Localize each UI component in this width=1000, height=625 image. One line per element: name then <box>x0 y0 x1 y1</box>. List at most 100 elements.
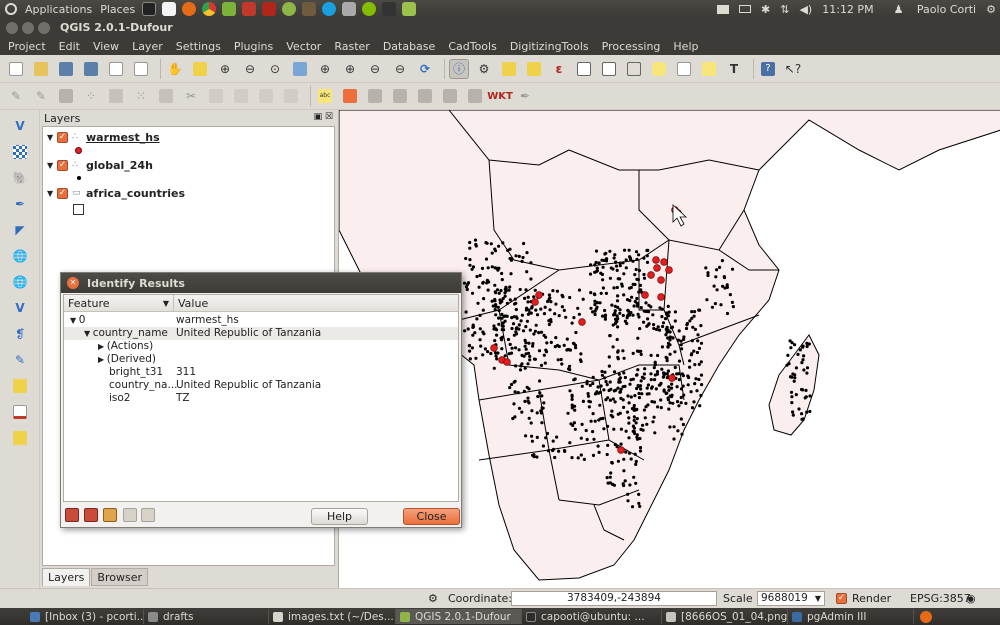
wkt-options-button[interactable]: ✒ <box>515 86 535 106</box>
add-spatialite-layer-button[interactable]: ✒ <box>10 194 30 214</box>
pin-labels-button[interactable] <box>340 86 360 106</box>
add-delimited-text-button[interactable]: ❡ <box>10 324 30 344</box>
add-wms-layer-button[interactable]: 🌐 <box>10 246 30 266</box>
current-edits-button[interactable]: ✎ <box>6 86 26 106</box>
task-drafts[interactable]: drafts <box>144 609 269 624</box>
menu-raster[interactable]: Raster <box>334 40 369 53</box>
text-annotation-button[interactable]: T <box>724 59 744 79</box>
menu-database[interactable]: Database <box>383 40 436 53</box>
mail-launcher-icon[interactable] <box>242 2 257 16</box>
new-bookmark-button[interactable] <box>674 59 694 79</box>
move-label-button[interactable] <box>390 86 410 106</box>
expand-arrow-icon[interactable]: ▶ <box>98 355 107 364</box>
menu-project[interactable]: Project <box>8 40 46 53</box>
show-hide-labels-button[interactable] <box>465 86 485 106</box>
new-shapefile-button[interactable]: ✎ <box>10 350 30 370</box>
add-vector-layer-button[interactable]: V <box>10 116 30 136</box>
window-minimize-button[interactable] <box>22 21 34 34</box>
crs-status-button[interactable]: EPSG:3857 <box>910 592 971 605</box>
layer-global-24h[interactable]: ▼ ✓ ∴ global_24h <box>47 157 153 173</box>
remove-layer-button[interactable] <box>10 402 30 422</box>
clock[interactable]: 11:12 PM <box>822 3 873 16</box>
wkt-button[interactable]: WKT <box>487 86 513 106</box>
label-toolbar-button[interactable]: abc <box>315 86 335 106</box>
chrome-launcher-icon[interactable] <box>202 2 217 16</box>
tree-row-derived[interactable]: ▶ (Derived) <box>64 353 458 366</box>
zoom-out-button[interactable]: ⊖ <box>240 59 260 79</box>
cut-features-button[interactable]: ✂ <box>181 86 201 106</box>
help-button[interactable]: ? <box>758 59 778 79</box>
expand-all-button[interactable] <box>65 508 79 522</box>
menu-layer[interactable]: Layer <box>132 40 163 53</box>
new-project-button[interactable] <box>6 59 26 79</box>
node-tool-button[interactable]: ⁙ <box>131 86 151 106</box>
composer-manager-button[interactable] <box>131 59 151 79</box>
task-image-viewer[interactable]: [8666OS_01_04.png] <box>662 609 788 624</box>
new-spatialite-button[interactable] <box>10 376 30 396</box>
overview-button[interactable] <box>10 428 30 448</box>
camera-launcher-icon[interactable] <box>342 2 357 16</box>
tree-row-country-name[interactable]: ▼ country_name United Republic of Tanzan… <box>64 327 458 340</box>
filezilla-launcher-icon[interactable] <box>262 2 277 16</box>
collapse-arrow-icon[interactable]: ▼ <box>84 329 93 338</box>
menu-view[interactable]: View <box>93 40 119 53</box>
user-menu[interactable]: ♟ Paolo Corti <box>884 3 977 16</box>
layer-visibility-checkbox[interactable]: ✓ <box>57 187 68 199</box>
add-mssql-layer-button[interactable]: ◤ <box>10 220 30 240</box>
add-raster-layer-button[interactable] <box>10 142 30 162</box>
redo-button[interactable] <box>281 86 301 106</box>
undo-button[interactable] <box>256 86 276 106</box>
toggle-editing-button[interactable]: ✎ <box>31 86 51 106</box>
menu-settings[interactable]: Settings <box>176 40 221 53</box>
terminal2-launcher-icon[interactable] <box>382 2 397 16</box>
expand-new-results-button[interactable] <box>103 508 117 522</box>
text-editor-launcher-icon[interactable] <box>162 2 177 16</box>
zoom-next-button[interactable]: ⊖ <box>390 59 410 79</box>
menu-digitizingtools[interactable]: DigitizingTools <box>510 40 589 53</box>
zoom-to-selection-button[interactable]: ⊕ <box>315 59 335 79</box>
task-images-txt[interactable]: images.txt (~/Des... <box>269 609 396 624</box>
add-wfs-layer-button[interactable]: V <box>10 298 30 318</box>
identify-features-button[interactable]: ⓘ <box>449 58 469 79</box>
zoom-native-button[interactable]: ⊙ <box>265 59 285 79</box>
tab-browser[interactable]: Browser <box>91 568 148 586</box>
mail-indicator-icon[interactable] <box>717 4 730 14</box>
open-project-button[interactable] <box>31 59 51 79</box>
copy-results-button[interactable] <box>123 508 137 522</box>
render-checkbox[interactable]: ✓ <box>836 593 847 604</box>
expand-arrow-icon[interactable]: ▼ <box>47 161 57 170</box>
highlight-labels-button[interactable] <box>365 86 385 106</box>
zoom-last-button[interactable]: ⊖ <box>365 59 385 79</box>
firefox-launcher-icon[interactable] <box>182 2 197 16</box>
copy-features-button[interactable] <box>206 86 226 106</box>
messages-icon[interactable]: ◉ <box>966 592 976 605</box>
whats-this-button[interactable]: ↖? <box>783 59 803 79</box>
places-menu[interactable]: Places <box>100 3 135 16</box>
scale-combobox[interactable]: 9688019 ▼ <box>757 591 825 606</box>
show-bookmarks-button[interactable] <box>699 59 719 79</box>
print-results-button[interactable] <box>141 508 155 522</box>
action-button[interactable]: ⚙ <box>474 59 494 79</box>
rotate-label-button[interactable] <box>415 86 435 106</box>
applications-menu[interactable]: Applications <box>25 3 92 16</box>
gimp-launcher-icon[interactable] <box>302 2 317 16</box>
change-label-button[interactable] <box>440 86 460 106</box>
pan-map-button[interactable]: ✋ <box>165 59 185 79</box>
tools-launcher-icon[interactable] <box>222 2 237 16</box>
measure-button[interactable] <box>624 59 644 79</box>
map-tips-button[interactable] <box>649 59 669 79</box>
panel-float-close-icon[interactable]: ▣ ☒ <box>314 112 333 122</box>
sound-indicator-icon[interactable]: ◀) <box>799 3 812 16</box>
tree-row-actions[interactable]: ▶ (Actions) <box>64 340 458 353</box>
select-features-button[interactable] <box>499 59 519 79</box>
tree-row-bright-t31[interactable]: bright_t31 311 <box>64 366 458 379</box>
deselect-button[interactable] <box>524 59 544 79</box>
coordinate-field[interactable]: 3783409,-243894 <box>511 591 717 606</box>
tree-row-feature-0[interactable]: ▼ 0 warmest_hs <box>64 314 458 327</box>
battery-indicator-icon[interactable] <box>739 5 752 13</box>
terminal-launcher-icon[interactable] <box>142 2 157 16</box>
refresh-button[interactable]: ⟳ <box>415 59 435 79</box>
task-pgadmin[interactable]: pgAdmin III <box>788 609 914 624</box>
zoom-full-button[interactable] <box>290 59 310 79</box>
zoom-in-button[interactable]: ⊕ <box>215 59 235 79</box>
